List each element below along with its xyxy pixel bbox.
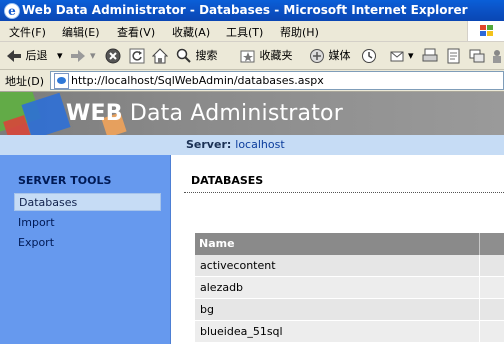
database-name[interactable]: activecontent xyxy=(200,259,276,272)
media-button[interactable]: 媒体 xyxy=(309,47,351,65)
server-value: localhost xyxy=(235,138,285,151)
server-info: Server: localhost xyxy=(186,138,285,151)
media-icon xyxy=(310,49,324,63)
forward-dropdown[interactable]: ▾ xyxy=(90,47,96,65)
server-bar: Server: localhost xyxy=(0,135,504,155)
row-action-cell xyxy=(479,321,504,343)
window-title: Web Data Administrator - Databases - Mic… xyxy=(22,3,468,17)
stop-button[interactable] xyxy=(105,47,121,65)
database-name[interactable]: alezadb xyxy=(200,281,243,294)
server-label: Server: xyxy=(186,138,232,151)
back-button[interactable]: 后退 xyxy=(6,47,48,65)
table-row[interactable]: alezadb xyxy=(195,277,504,299)
page-icon xyxy=(54,73,69,89)
mail-dropdown[interactable]: ▾ xyxy=(408,47,414,65)
window-titlebar: e Web Data Administrator - Databases - M… xyxy=(0,0,504,21)
app-title-bold: WEB xyxy=(66,101,123,126)
search-label: 搜索 xyxy=(195,49,218,62)
address-input[interactable]: http://localhost/SqlWebAdmin/databases.a… xyxy=(50,71,504,90)
menu-favorites[interactable]: 收藏(A) xyxy=(172,24,210,40)
address-url[interactable]: http://localhost/SqlWebAdmin/databases.a… xyxy=(71,74,324,87)
refresh-icon xyxy=(129,48,145,64)
databases-table: Name activecontent alezadb bg blueidea_5… xyxy=(195,233,504,343)
sidebar-item-databases[interactable]: Databases xyxy=(14,193,161,211)
address-bar: 地址(D) http://localhost/SqlWebAdmin/datab… xyxy=(0,70,504,92)
column-header-actions xyxy=(479,233,504,255)
table-row[interactable]: blueidea_51sql xyxy=(195,321,504,343)
database-name[interactable]: blueidea_51sql xyxy=(200,325,283,338)
table-header: Name xyxy=(195,233,504,255)
address-label: 地址(D) xyxy=(5,75,45,88)
discuss-button[interactable] xyxy=(469,47,485,65)
search-icon xyxy=(176,48,191,63)
row-action-cell xyxy=(479,277,504,299)
mail-button[interactable] xyxy=(390,47,406,65)
menu-file[interactable]: 文件(F) xyxy=(9,24,46,40)
menu-tools[interactable]: 工具(T) xyxy=(226,24,263,40)
favorites-button[interactable]: 收藏夹 xyxy=(240,47,293,65)
heading-divider xyxy=(184,192,504,193)
app-banner: WEB Data Administrator xyxy=(0,92,504,135)
media-label: 媒体 xyxy=(328,49,351,62)
discuss-icon xyxy=(469,49,485,63)
toolbar: 后退 ▾ ▾ 搜索 收藏夹 媒体 ▾ xyxy=(0,42,504,70)
back-dropdown[interactable]: ▾ xyxy=(57,47,63,65)
print-icon xyxy=(422,48,438,62)
favorites-label: 收藏夹 xyxy=(259,49,293,62)
back-label: 后退 xyxy=(25,49,48,62)
windows-flag-icon xyxy=(480,25,493,36)
messenger-button[interactable] xyxy=(490,47,504,65)
messenger-icon xyxy=(493,50,501,63)
windows-logo xyxy=(467,21,504,41)
favorites-star-icon xyxy=(240,50,255,63)
column-header-name[interactable]: Name xyxy=(199,237,235,250)
history-button[interactable] xyxy=(361,47,377,65)
mail-icon xyxy=(390,51,404,62)
home-button[interactable] xyxy=(152,47,168,65)
row-action-cell xyxy=(479,255,504,277)
menu-bar: 文件(F) 编辑(E) 查看(V) 收藏(A) 工具(T) 帮助(H) xyxy=(0,21,504,42)
back-arrow-icon xyxy=(7,50,21,62)
menu-view[interactable]: 查看(V) xyxy=(117,24,155,40)
print-button[interactable] xyxy=(422,47,438,65)
page-title: DATABASES xyxy=(191,174,264,187)
edit-button[interactable] xyxy=(446,47,462,65)
search-button[interactable]: 搜索 xyxy=(176,47,218,65)
app-title: WEB Data Administrator xyxy=(66,101,343,126)
row-action-cell xyxy=(479,299,504,321)
forward-button[interactable] xyxy=(70,47,86,65)
menu-edit[interactable]: 编辑(E) xyxy=(62,24,100,40)
refresh-button[interactable] xyxy=(129,47,145,65)
forward-arrow-icon xyxy=(71,50,85,62)
table-body: activecontent alezadb bg blueidea_51sql xyxy=(195,255,504,343)
table-row[interactable]: activecontent xyxy=(195,255,504,277)
history-icon xyxy=(362,49,376,63)
app-title-rest: Data Administrator xyxy=(122,101,343,126)
table-row[interactable]: bg xyxy=(195,299,504,321)
menu-help[interactable]: 帮助(H) xyxy=(280,24,319,40)
stop-icon xyxy=(105,48,121,64)
internet-explorer-icon: e xyxy=(4,3,20,19)
sidebar-item-import[interactable]: Import xyxy=(14,214,161,232)
edit-page-icon xyxy=(447,48,460,64)
sidebar-heading: SERVER TOOLS xyxy=(18,174,112,187)
sidebar-item-export[interactable]: Export xyxy=(14,234,161,252)
sidebar: SERVER TOOLS Databases Import Export xyxy=(0,155,171,344)
home-icon xyxy=(152,48,168,64)
database-name[interactable]: bg xyxy=(200,303,214,316)
